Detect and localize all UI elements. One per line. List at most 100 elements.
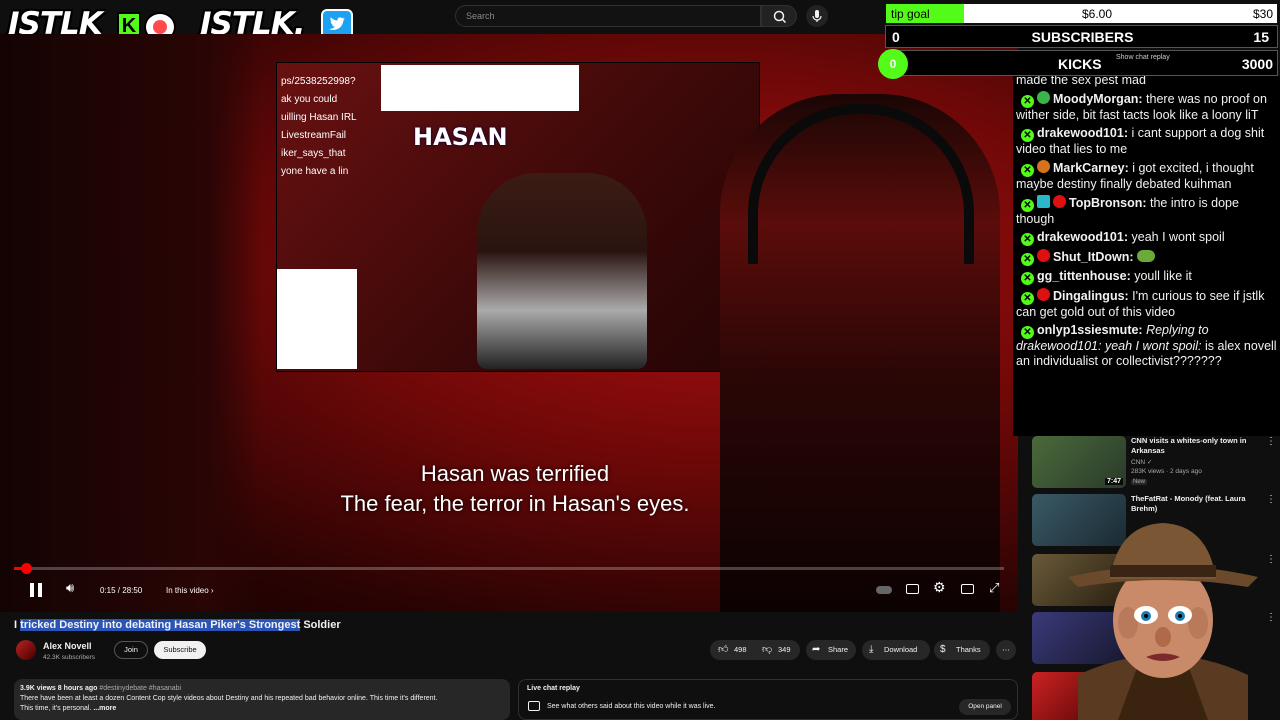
kick-badge-icon: ✕ [1021, 253, 1034, 266]
hashtags[interactable]: #destinydebate #hasanabi [99, 685, 181, 692]
chapter-button[interactable]: In this video › [166, 586, 214, 595]
subscribers-label: SUBSCRIBERS [1031, 29, 1134, 45]
video-title: I tricked Destiny into debating Hasan Pi… [14, 619, 341, 631]
autoplay-toggle-icon[interactable] [876, 586, 892, 594]
dislike-count: 349 [778, 645, 791, 654]
video-title[interactable]: CNN visits a whites-only town in Arkansa… [1131, 436, 1251, 456]
embedded-streamer-figure [477, 173, 647, 369]
kick-badge-icon: ✕ [1021, 233, 1034, 246]
subtitle-line-1: Hasan was terrified [420, 461, 610, 486]
channel-name[interactable]: Alex Novell [43, 641, 92, 651]
user-badge-icon [1037, 249, 1050, 262]
mic-icon [812, 10, 822, 22]
chat-message: ✕ TopBronson: the intro is dope though [1016, 195, 1239, 226]
volume-icon[interactable]: 🔊︎ [66, 580, 74, 596]
detective-character-avatar [1068, 523, 1258, 720]
new-badge: New [1131, 479, 1148, 485]
like-dislike-button[interactable]: 👍︎ 498 👎︎ 349 [710, 640, 800, 660]
chat-message: ✕ drakewood101: yeah I wont spoil [1016, 230, 1277, 246]
pepe-emote-icon [1137, 250, 1156, 262]
chat-username[interactable]: Shut_ItDown: [1053, 250, 1134, 264]
video-thumbnail[interactable]: 7:47 [1032, 436, 1126, 488]
embedded-stream-screen: ps/2538252998? ak you could uilling Hasa… [276, 62, 760, 372]
chat-message: made the sex pest mad [1016, 76, 1146, 87]
chat-username[interactable]: MarkCarney: [1053, 161, 1129, 175]
chat-username[interactable]: Dingalingus: [1053, 289, 1129, 303]
more-icon[interactable]: ⋮ [1266, 436, 1276, 447]
chat-message: ✕ Dingalingus: I'm curious to see if jstl… [1016, 288, 1265, 319]
gear-icon[interactable]: ⚙ [933, 579, 946, 596]
join-button[interactable]: Join [114, 641, 148, 659]
kicks-label: KICKS [1058, 56, 1102, 72]
kick-badge-icon: ✕ [1021, 272, 1034, 285]
chat-username[interactable]: drakewood101: [1037, 126, 1128, 140]
fullscreen-icon[interactable]: ⤢ [989, 580, 999, 596]
kicks-goal: 3000 [1241, 56, 1273, 72]
progress-scrubber[interactable] [21, 563, 32, 574]
chat-username[interactable]: TopBronson: [1069, 196, 1147, 210]
sub-badge-icon [1037, 195, 1050, 208]
chat-username[interactable]: onlyp1ssiesmute: [1037, 323, 1143, 337]
search-icon [773, 10, 787, 24]
chat-message: ✕ Shut_ItDown: [1016, 249, 1277, 266]
channel-name[interactable]: CNN ✓ [1131, 458, 1152, 466]
voice-search-button[interactable] [806, 5, 828, 27]
video-player[interactable]: ps/2538252998? ak you could uilling Hasa… [0, 34, 1018, 612]
thanks-button[interactable]: $ Thanks [934, 640, 990, 660]
download-icon: ⤓ [869, 644, 874, 655]
chat-username[interactable]: MoodyMorgan: [1053, 92, 1143, 106]
kicks-widget: 0 KICKS Show chat replay 3000 [878, 49, 1278, 79]
avatar[interactable] [16, 640, 36, 660]
video-duration: 7:47 [1104, 478, 1123, 485]
chat-message: ✕ onlyp1ssiesmute: Replying to drakewood1… [1016, 323, 1277, 368]
captions-icon[interactable] [906, 584, 919, 594]
video-meta: 283K views · 2 days ago [1131, 468, 1202, 475]
chat-message: ✕ gg_tittenhouse: youll like it [1016, 269, 1277, 285]
video-title[interactable]: TheFatRat - Monody (feat. Laura Brehm) [1131, 494, 1251, 514]
hasan-logo: HASAN [413, 123, 508, 151]
chat-message: ✕ drakewood101: i cant support a dog shit… [1016, 126, 1265, 156]
miniplayer-icon[interactable] [961, 584, 974, 594]
pause-icon[interactable] [30, 583, 42, 597]
video-description[interactable]: 3.9K views 8 hours ago #destinydebate #h… [14, 679, 510, 720]
live-chat-replay-description: See what others said about this video wh… [547, 703, 716, 710]
progress-bar[interactable] [14, 563, 1004, 574]
kick-badge-icon: ✕ [1021, 326, 1034, 339]
share-button[interactable]: ➦ Share [806, 640, 856, 660]
subtitle-line-2: The fear, the terror in Hasan's eyes. [340, 491, 690, 516]
tip-goal-current: $6.00 [1082, 7, 1113, 21]
subscribe-button[interactable]: Subscribe [154, 641, 206, 659]
more-actions-button[interactable]: ⋯ [996, 640, 1016, 660]
stream-chat: made the sex pest mad ✕ MoodyMorgan: ther… [1013, 76, 1280, 436]
like-count: 498 [734, 645, 747, 654]
more-icon[interactable]: ⋮ [1266, 494, 1276, 505]
thanks-icon: $ [940, 644, 946, 655]
live-chat-replay-panel: Live chat replay See what others said ab… [518, 679, 1018, 720]
tip-goal-label: tip goal [891, 7, 930, 21]
thumbs-down-icon: 👎︎ [762, 644, 773, 655]
embedded-white-panel [277, 269, 357, 369]
subscribers-widget: 0 SUBSCRIBERS 15 [885, 25, 1278, 48]
kick-badge-icon: ✕ [1021, 129, 1034, 142]
kick-badge-icon: ✕ [1021, 164, 1034, 177]
open-panel-button[interactable]: Open panel [959, 699, 1011, 715]
search-button[interactable] [761, 5, 797, 27]
show-chat-replay-link[interactable]: Show chat replay [1116, 54, 1170, 61]
recommended-video[interactable]: 7:47 CNN visits a whites-only town in Ar… [1032, 436, 1280, 490]
embedded-overlay-box [381, 65, 579, 111]
tip-goal-target: $30 [1252, 7, 1273, 21]
thumbs-up-icon: 👍︎ [718, 644, 729, 655]
download-button[interactable]: ⤓ Download [862, 640, 930, 660]
chat-username[interactable]: gg_tittenhouse: [1037, 269, 1131, 283]
kick-badge-icon: ✕ [1021, 199, 1034, 212]
chat-message: ✕ MarkCarney: i got excited, i thought ma… [1016, 160, 1254, 191]
search-input[interactable]: Search [455, 5, 761, 27]
chat-username[interactable]: drakewood101: [1037, 230, 1128, 244]
description-more-link[interactable]: ...more [93, 705, 116, 712]
video-background-shadow [0, 34, 260, 612]
user-badge-icon [1037, 91, 1050, 104]
live-chat-replay-title: Live chat replay [527, 685, 580, 692]
kick-badge-icon: ✕ [1021, 292, 1034, 305]
user-badge-icon [1037, 160, 1050, 173]
kicks-count: 0 [878, 49, 908, 79]
